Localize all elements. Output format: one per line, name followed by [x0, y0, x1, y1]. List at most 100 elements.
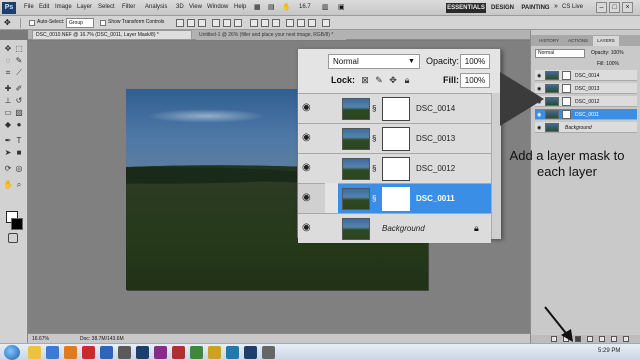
visibility-eye-icon[interactable]: ◉	[302, 223, 316, 233]
explorer-icon[interactable]	[28, 346, 41, 359]
dodge-tool-icon[interactable]: ●	[14, 120, 24, 130]
visibility-eye-icon[interactable]: ◉	[302, 103, 316, 113]
app-icon[interactable]	[244, 346, 257, 359]
layer-row[interactable]: ◉ § DSC_0013	[298, 123, 491, 153]
double-arrow-icon[interactable]: »	[554, 3, 558, 10]
background-color-swatch[interactable]	[11, 218, 23, 230]
minibridge-icon[interactable]: ▤	[268, 3, 275, 11]
lock-position-icon[interactable]: ✥	[388, 75, 398, 85]
tab-active-document[interactable]: DSC_0010.NEF @ 16.7% (DSC_0011, Layer Ma…	[32, 30, 192, 40]
layer-mask-thumbnail[interactable]	[382, 127, 410, 151]
fill-input[interactable]: 100%	[460, 73, 490, 88]
new-layer-icon[interactable]	[611, 336, 617, 342]
mini-layer-row-selected[interactable]: ◉ DSC_0011	[535, 109, 637, 120]
layer-mask-thumbnail[interactable]	[382, 157, 410, 181]
screen-mode-icon[interactable]: ▣	[338, 3, 345, 11]
align-right-icon[interactable]	[234, 19, 242, 27]
app-icon[interactable]	[226, 346, 239, 359]
visibility-eye-icon[interactable]: ◉	[302, 193, 316, 203]
zoom-tool-icon[interactable]: ⌕	[14, 180, 24, 190]
menu-window[interactable]: Window	[207, 4, 228, 10]
autoselect-dropdown[interactable]: Group	[66, 18, 94, 28]
app-icon[interactable]	[190, 346, 203, 359]
app-icon[interactable]	[208, 346, 221, 359]
app-icon[interactable]	[82, 346, 95, 359]
eraser-tool-icon[interactable]: ▭	[3, 108, 13, 118]
pen-tool-icon[interactable]: ✒	[3, 136, 13, 146]
menu-filter[interactable]: Filter	[122, 4, 135, 10]
bridge-icon[interactable]: ▦	[254, 3, 261, 11]
distribute-right-icon[interactable]	[308, 19, 316, 27]
menu-help[interactable]: Help	[234, 4, 246, 10]
align-left-icon[interactable]	[212, 19, 220, 27]
auto-align-icon[interactable]	[322, 19, 330, 27]
gradient-tool-icon[interactable]: ▨	[14, 108, 24, 118]
eyedropper-tool-icon[interactable]: ⟋	[14, 68, 24, 78]
autoselect-checkbox[interactable]	[29, 20, 35, 26]
quick-select-tool-icon[interactable]: ✎	[14, 56, 24, 66]
align-bottom-icon[interactable]	[198, 19, 206, 27]
cs-live[interactable]: CS Live	[562, 4, 583, 10]
menu-image[interactable]: Image	[55, 4, 72, 10]
align-middle-icon[interactable]	[187, 19, 195, 27]
layer-mask-thumbnail[interactable]	[562, 71, 571, 80]
distribute-top-icon[interactable]	[250, 19, 258, 27]
lock-transparent-icon[interactable]: ⊠	[360, 75, 370, 85]
word-icon[interactable]	[100, 346, 113, 359]
history-brush-tool-icon[interactable]: ↺	[14, 96, 24, 106]
mini-layer-row[interactable]: ◉ DSC_0013	[535, 83, 637, 94]
type-tool-icon[interactable]: T	[14, 136, 24, 146]
align-center-icon[interactable]	[223, 19, 231, 27]
move-tool-icon[interactable]: ✥	[3, 44, 13, 54]
link-icon[interactable]: §	[372, 194, 376, 203]
new-group-icon[interactable]	[599, 336, 605, 342]
hand-icon[interactable]: ✋	[282, 3, 291, 11]
menu-layer[interactable]: Layer	[77, 4, 92, 10]
mini-layer-row[interactable]: ◉ DSC_0014	[535, 70, 637, 81]
link-icon[interactable]: §	[372, 104, 376, 113]
arrange-icon[interactable]: ▥	[322, 3, 329, 11]
blur-tool-icon[interactable]: ◆	[3, 120, 13, 130]
app-icon[interactable]	[154, 346, 167, 359]
ie-icon[interactable]	[46, 346, 59, 359]
zoom-level[interactable]: 16.7	[299, 4, 311, 10]
tab-actions[interactable]: ACTIONS	[564, 36, 592, 46]
marquee-tool-icon[interactable]: ⬚	[14, 44, 24, 54]
crop-tool-icon[interactable]: ⌗	[3, 68, 13, 78]
menu-analysis[interactable]: Analysis	[145, 4, 167, 10]
distribute-center-icon[interactable]	[297, 19, 305, 27]
layer-mask-thumbnail[interactable]	[562, 110, 571, 119]
lock-all-icon[interactable]: 🔒︎	[402, 75, 412, 85]
menu-3d[interactable]: 3D	[176, 4, 184, 10]
start-button[interactable]	[4, 345, 20, 360]
workspace-design[interactable]: DESIGN	[489, 3, 516, 13]
shape-tool-icon[interactable]: ■	[14, 148, 24, 158]
distribute-bottom-icon[interactable]	[272, 19, 280, 27]
status-zoom[interactable]: 16.67%	[32, 336, 49, 342]
menu-file[interactable]: File	[24, 4, 34, 10]
tab-layers[interactable]: LAYERS	[593, 36, 619, 46]
selected-row-eye-cell[interactable]: ◉	[298, 183, 325, 213]
quick-mask-icon[interactable]	[8, 233, 18, 243]
layer-row-background[interactable]: ◉ Background 🔒︎	[298, 213, 491, 243]
adjustment-layer-icon[interactable]	[587, 336, 593, 342]
brush-tool-icon[interactable]: ✐	[14, 84, 24, 94]
menu-select[interactable]: Select	[98, 4, 115, 10]
link-icon[interactable]: §	[372, 134, 376, 143]
layer-mask-thumbnail[interactable]	[562, 84, 571, 93]
trash-icon[interactable]	[623, 336, 629, 342]
layer-mask-thumbnail[interactable]	[382, 97, 410, 121]
path-select-tool-icon[interactable]: ➤	[3, 148, 13, 158]
app-icon[interactable]	[262, 346, 275, 359]
layer-mask-thumbnail[interactable]	[562, 97, 571, 106]
layer-row[interactable]: ◉ § DSC_0012	[298, 153, 491, 183]
layer-row[interactable]: ◉ § DSC_0014	[298, 93, 491, 123]
move-tool-icon[interactable]: ✥	[4, 18, 16, 28]
3d-camera-tool-icon[interactable]: ◎	[14, 164, 24, 174]
chevron-down-icon[interactable]: ▼	[408, 58, 415, 65]
minimize-button[interactable]: –	[596, 2, 607, 13]
lasso-tool-icon[interactable]: ◌	[3, 56, 13, 66]
mini-fill[interactable]: Fill: 100%	[597, 61, 619, 67]
maximize-button[interactable]: □	[609, 2, 620, 13]
tab-untitled-document[interactable]: Untitled-1 @ 26% (filler and place your …	[196, 30, 346, 40]
